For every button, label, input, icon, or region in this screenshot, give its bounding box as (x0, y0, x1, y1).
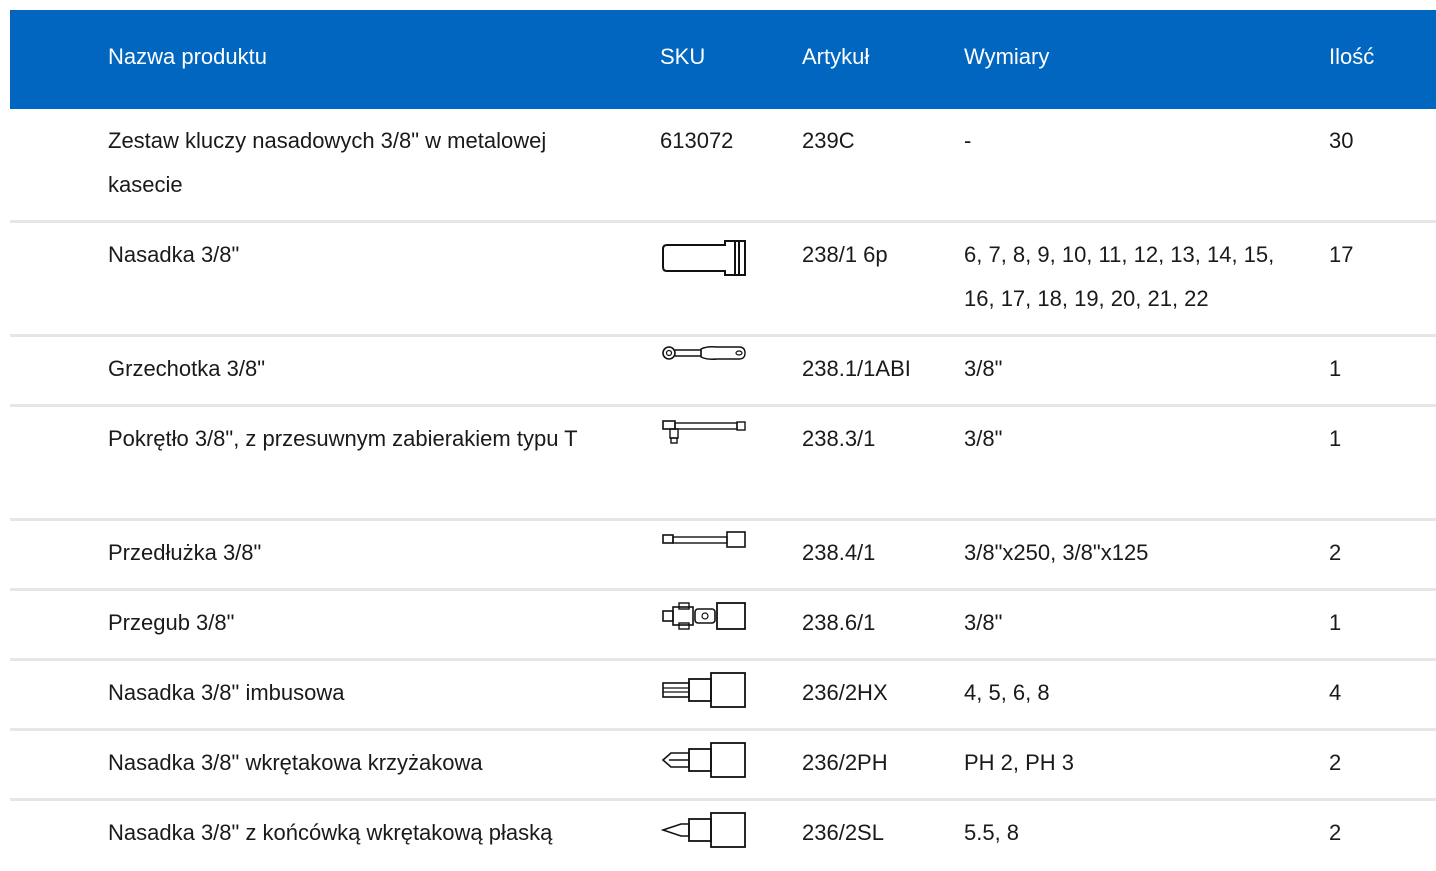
product-quantity: 17 (1329, 242, 1354, 267)
product-quantity: 4 (1329, 680, 1342, 705)
product-quantity: 1 (1329, 426, 1342, 451)
product-article: 238.6/1 (802, 610, 876, 635)
table-row: Przedłużka 3/8" 238.4/1 3/8"x250, 3/8"x1… (10, 521, 1436, 591)
product-dimensions: 3/8" (964, 610, 1003, 635)
table-header: Nazwa produktu SKU Artykuł Wymiary Ilość (10, 10, 1436, 109)
product-dimensions: 3/8"x250, 3/8"x125 (964, 540, 1149, 565)
product-quantity: 2 (1329, 750, 1342, 775)
product-article: 236/2SL (802, 820, 884, 845)
socket-icon (661, 237, 747, 279)
product-article: 238.4/1 (802, 540, 876, 565)
table-row: Nasadka 3/8" 238/1 6p 6, 7, 8, 9, 10, 11… (10, 223, 1436, 337)
hex-bit-socket-icon (661, 671, 747, 709)
table-row: Pokrętło 3/8", z przesuwnym zabierakiem … (10, 407, 1436, 521)
header-article: Artykuł (802, 44, 870, 69)
table-row: Nasadka 3/8" wkrętakowa krzyżakowa 236/2… (10, 731, 1436, 801)
product-table: Nazwa produktu SKU Artykuł Wymiary Ilość… (10, 10, 1436, 871)
product-dimensions: 6, 7, 8, 9, 10, 11, 12, 13, 14, 15, 16, … (964, 242, 1275, 311)
product-name: Przedłużka 3/8" (108, 540, 262, 565)
table-row: Grzechotka 3/8" 238.1/1ABI 3/8" 1 (10, 337, 1436, 407)
product-article: 239C (802, 128, 855, 153)
product-quantity: 2 (1329, 820, 1342, 845)
product-quantity: 30 (1329, 128, 1354, 153)
product-dimensions: 3/8" (964, 356, 1003, 381)
product-article: 236/2HX (802, 680, 888, 705)
t-handle-icon (661, 417, 747, 445)
ratchet-icon (661, 343, 747, 363)
product-dimensions: 3/8" (964, 426, 1003, 451)
table-row: Nasadka 3/8" z końcówką wkrętakową płask… (10, 801, 1436, 871)
product-name: Nasadka 3/8" z końcówką wkrętakową płask… (108, 820, 553, 845)
product-quantity: 1 (1329, 356, 1342, 381)
product-name: Zestaw kluczy nasadowych 3/8" w metalowe… (108, 128, 547, 197)
phillips-bit-socket-icon (661, 741, 747, 779)
product-sku: 613072 (660, 128, 734, 153)
header-name: Nazwa produktu (108, 44, 267, 69)
product-quantity: 1 (1329, 610, 1342, 635)
header-quantity: Ilość (1329, 44, 1375, 69)
product-dimensions: 4, 5, 6, 8 (964, 680, 1050, 705)
product-dimensions: PH 2, PH 3 (964, 750, 1075, 775)
product-article: 238.3/1 (802, 426, 876, 451)
header-sku: SKU (660, 44, 706, 69)
product-article: 238/1 6p (802, 242, 888, 267)
product-article: 238.1/1ABI (802, 356, 911, 381)
product-name: Nasadka 3/8" imbusowa (108, 680, 345, 705)
product-name: Przegub 3/8" (108, 610, 235, 635)
product-name: Pokrętło 3/8", z przesuwnym zabierakiem … (108, 426, 578, 451)
slotted-bit-socket-icon (661, 811, 747, 849)
table-row: Nasadka 3/8" imbusowa 236/2HX 4, 5, 6, 8… (10, 661, 1436, 731)
product-name: Grzechotka 3/8" (108, 356, 265, 381)
product-dimensions: 5.5, 8 (964, 820, 1020, 845)
header-dimensions: Wymiary (964, 44, 1050, 69)
product-quantity: 2 (1329, 540, 1342, 565)
extension-bar-icon (661, 529, 747, 551)
product-dimensions: - (964, 128, 972, 153)
product-name: Nasadka 3/8" wkrętakowa krzyżakowa (108, 750, 483, 775)
product-name: Nasadka 3/8" (108, 242, 240, 267)
universal-joint-icon (661, 601, 747, 633)
table-row: Przegub 3/8" 238.6/1 3/8" 1 (10, 591, 1436, 661)
table-row: Zestaw kluczy nasadowych 3/8" w metalowe… (10, 109, 1436, 223)
product-article: 236/2PH (802, 750, 888, 775)
